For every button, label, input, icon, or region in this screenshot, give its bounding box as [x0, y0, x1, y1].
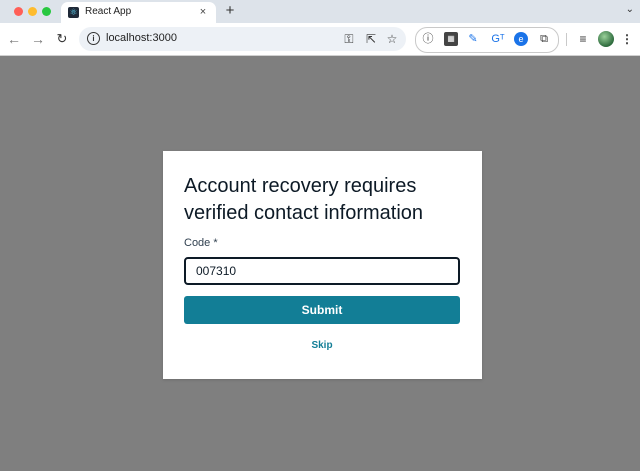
bookmark-star-icon[interactable]: ☆: [384, 31, 400, 47]
browser-tab[interactable]: ⚛ React App ×: [61, 2, 216, 23]
code-input[interactable]: [184, 257, 460, 285]
extension-circle-icon[interactable]: e: [514, 32, 528, 46]
tab-close-icon[interactable]: ×: [196, 5, 210, 19]
account-recovery-dialog: Account recovery requires verified conta…: [163, 151, 482, 379]
skip-link[interactable]: Skip: [184, 340, 460, 351]
new-tab-button[interactable]: +: [222, 2, 238, 20]
toolbar-divider: [566, 33, 567, 46]
browser-toolbar: ← → ↻ i localhost:3000 ⚿ ⇱ ☆ ⓘ ▦ ✎ Gᵀ e …: [0, 23, 640, 56]
site-info-icon[interactable]: i: [87, 32, 100, 45]
react-favicon-icon: ⚛: [68, 7, 79, 18]
window-maximize-button[interactable]: [42, 7, 51, 16]
share-icon[interactable]: ⇱: [363, 31, 379, 47]
address-bar[interactable]: i localhost:3000 ⚿ ⇱ ☆: [79, 27, 406, 51]
extension-grid-icon[interactable]: ▦: [444, 32, 458, 46]
extension-pen-icon[interactable]: ✎: [466, 32, 480, 46]
tab-strip: ⚛ React App × + ⌄: [0, 0, 640, 23]
dialog-heading: Account recovery requires verified conta…: [184, 175, 424, 224]
extension-info-icon[interactable]: ⓘ: [421, 32, 435, 46]
submit-button[interactable]: Submit: [184, 296, 460, 324]
forward-button[interactable]: →: [28, 29, 48, 49]
profile-avatar[interactable]: [598, 31, 614, 47]
password-key-icon[interactable]: ⚿: [341, 31, 357, 47]
url-text[interactable]: localhost:3000: [106, 32, 177, 44]
extensions-group: ⓘ ▦ ✎ Gᵀ e ⧉: [415, 27, 559, 53]
back-button[interactable]: ←: [4, 29, 24, 49]
window-close-button[interactable]: [14, 7, 23, 16]
extensions-puzzle-icon[interactable]: ⧉: [537, 32, 551, 46]
media-control-icon[interactable]: ≡: [575, 31, 591, 47]
tab-search-chevron-icon[interactable]: ⌄: [626, 4, 634, 15]
extension-translate-icon[interactable]: Gᵀ: [491, 32, 505, 46]
reload-button[interactable]: ↻: [52, 29, 72, 49]
code-label: Code *: [184, 237, 218, 249]
window-minimize-button[interactable]: [28, 7, 37, 16]
tab-title: React App: [85, 6, 132, 17]
browser-menu-icon[interactable]: ⋮: [619, 31, 635, 47]
